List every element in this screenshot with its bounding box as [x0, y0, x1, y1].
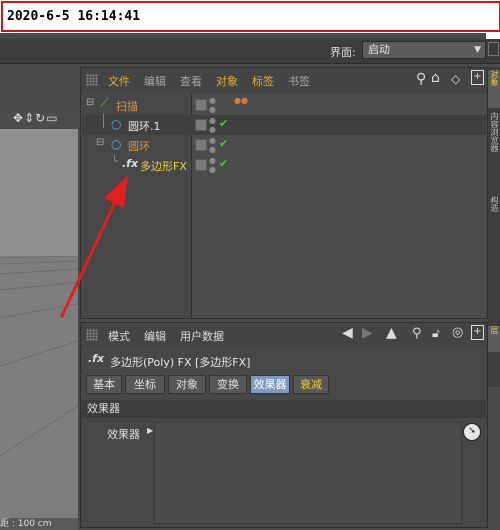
editor-visibility-icon[interactable]	[195, 159, 207, 171]
pick-pointer-icon[interactable]: ➘	[463, 423, 481, 441]
menu-edit[interactable]: 编辑	[144, 73, 166, 89]
render-dots-icon[interactable]: ● ●	[209, 136, 216, 154]
circle-spline-icon: ○	[111, 117, 122, 131]
tree-row-sweep[interactable]: ⊟ ⟋ 扫描 ● ● ●●	[82, 95, 486, 115]
object-name[interactable]: 扫描	[116, 98, 138, 114]
viewport-grid-floor	[0, 255, 78, 529]
home-icon[interactable]: ⌂	[431, 70, 440, 86]
expand-arrow-icon[interactable]: ▶	[147, 426, 153, 435]
new-panel-icon[interactable]: +	[471, 70, 484, 85]
render-dots-icon[interactable]: ● ●	[209, 96, 216, 114]
viewport-sky	[0, 129, 78, 256]
tab-object[interactable]: 对象	[168, 375, 206, 394]
search-icon[interactable]: ⚲	[416, 71, 426, 87]
tab-coordinates[interactable]: 坐标	[125, 375, 165, 394]
tree-connector: │	[100, 114, 108, 128]
collapse-icon[interactable]: ⊟	[86, 97, 94, 108]
editor-visibility-icon[interactable]	[195, 99, 207, 111]
object-name[interactable]: 圆环.1	[128, 118, 161, 134]
search-icon[interactable]: ⚲	[412, 326, 422, 341]
panel-grip-icon[interactable]	[86, 74, 98, 86]
timestamp-label: 2020-6-5 16:14:41	[1, 1, 500, 32]
polyfx-icon: .fx	[122, 157, 139, 170]
menu-bookmarks[interactable]: 书签	[288, 73, 310, 89]
tab-layer-vertical[interactable]: 层	[488, 326, 500, 352]
rotate-icon[interactable]: ↻	[35, 111, 46, 125]
menu-user-data[interactable]: 用户数据	[180, 328, 224, 344]
attribute-title: 多边形(Poly) FX [多边形FX]	[110, 356, 251, 369]
polyfx-icon: .fx	[88, 352, 105, 365]
tree-row-polyfx[interactable]: └ .fx 多边形FX ● ● ✔	[82, 155, 486, 175]
layout-select[interactable]: 启动 ▼	[362, 41, 486, 59]
target-icon[interactable]: ◎	[452, 325, 463, 340]
tag-icon[interactable]: ●●	[234, 96, 248, 105]
new-panel-icon[interactable]: +	[471, 325, 484, 340]
effectors-field-label: 效果器	[107, 428, 140, 441]
render-dots-icon[interactable]: ● ●	[209, 116, 216, 134]
layout-label: 界面:	[330, 46, 356, 59]
viewport-nav-icons[interactable]: ✥⇕↻▭	[13, 111, 59, 125]
viewport-grid-spacing: 距 : 100 cm	[0, 518, 78, 530]
tab-falloff[interactable]: 衰减	[293, 375, 329, 394]
layout-select-value: 启动	[368, 43, 390, 56]
enabled-check-icon[interactable]: ✔	[219, 117, 228, 130]
back-icon[interactable]: ◇	[451, 72, 460, 86]
circle-spline-icon: ○	[111, 137, 122, 151]
menu-edit[interactable]: 编辑	[144, 328, 166, 344]
tab-objects-vertical[interactable]: 对象	[488, 70, 500, 108]
tree-connector: └	[111, 155, 118, 168]
menu-mode[interactable]: 模式	[108, 328, 130, 344]
panel-grip-icon[interactable]	[86, 329, 98, 341]
tab-effectors[interactable]: 效果器	[250, 375, 290, 394]
menu-file[interactable]: 文件	[108, 73, 130, 89]
editor-visibility-icon[interactable]	[195, 139, 207, 151]
tab-transform[interactable]: 变换	[209, 375, 247, 394]
pointer-up-icon[interactable]: ▲	[386, 325, 397, 341]
tab-structure-vertical[interactable]: 构造	[488, 196, 500, 226]
section-header: 效果器	[82, 400, 486, 418]
chevron-down-icon: ▼	[474, 45, 481, 55]
menu-objects[interactable]: 对象	[216, 73, 238, 89]
3d-viewport[interactable]	[0, 129, 78, 529]
forward-arrow-icon[interactable]: ▶	[362, 325, 373, 341]
panel-close-button[interactable]	[488, 42, 499, 56]
sweep-icon: ⟋	[100, 96, 109, 110]
vertical-move-icon[interactable]: ⇕	[24, 111, 35, 125]
collapse-icon[interactable]: ⊟	[96, 137, 104, 148]
render-dots-icon[interactable]: ● ●	[209, 156, 216, 174]
menu-tags[interactable]: 标签	[252, 73, 274, 89]
effectors-list[interactable]	[154, 422, 462, 524]
editor-visibility-icon[interactable]	[195, 119, 207, 131]
tab-basic[interactable]: 基本	[86, 375, 122, 394]
enabled-check-icon[interactable]: ✔	[219, 157, 228, 170]
grid-lines	[0, 255, 78, 457]
object-name[interactable]: 圆环	[128, 138, 150, 154]
maximize-icon[interactable]: ▭	[46, 111, 58, 125]
attribute-manager-menubar	[81, 323, 487, 347]
tree-row-circle-1[interactable]: │ ○ 圆环.1 ● ● ✔	[82, 114, 486, 135]
lock-icon[interactable]: 🔓︎	[432, 326, 440, 341]
back-arrow-icon[interactable]: ◀	[342, 325, 353, 341]
object-name[interactable]: 多边形FX	[140, 158, 187, 174]
menu-view[interactable]: 查看	[180, 73, 202, 89]
enabled-check-icon[interactable]: ✔	[219, 137, 228, 150]
tab-content-browser-vertical[interactable]: 内容浏览器	[488, 112, 500, 192]
tree-row-circle[interactable]: ⊟ ○ 圆环 ● ● ✔	[82, 135, 486, 155]
move-icon[interactable]: ✥	[13, 111, 24, 125]
